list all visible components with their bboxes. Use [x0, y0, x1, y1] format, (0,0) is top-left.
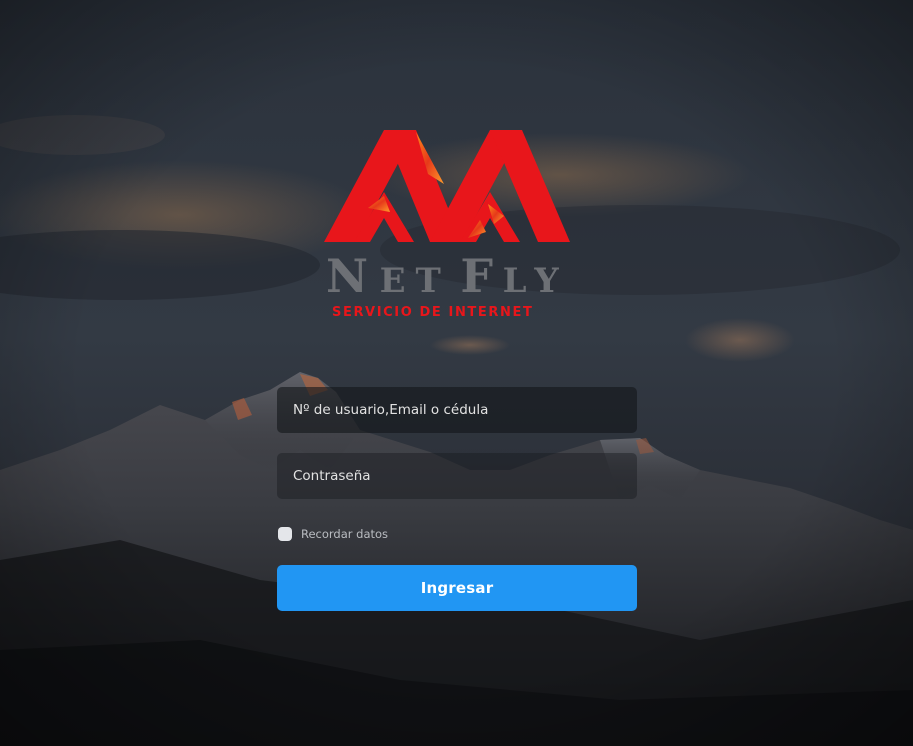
- svg-text:N ET F LY: N ET F LY: [326, 249, 569, 303]
- mountain-emblem-icon: [324, 130, 570, 242]
- logo-letters-ly: LY: [503, 261, 569, 301]
- login-button[interactable]: Ingresar: [277, 565, 637, 611]
- logo-tagline: SERVICIO DE INTERNET: [332, 305, 533, 320]
- netfly-logo: N ET F LY SERVICIO DE INTERNET: [324, 130, 570, 320]
- remember-label: Recordar datos: [301, 527, 389, 541]
- background-mountain-image: [0, 0, 913, 746]
- remember-me-option[interactable]: Recordar datos: [277, 526, 637, 542]
- remember-checkbox[interactable]: [278, 527, 292, 541]
- password-input[interactable]: [277, 453, 637, 499]
- logo-letter-f: F: [460, 249, 493, 303]
- login-form: Recordar datos Ingresar: [277, 387, 637, 611]
- logo-letters-et: ET: [380, 261, 451, 301]
- logo-letter-n: N: [326, 249, 368, 303]
- username-input[interactable]: [277, 387, 637, 433]
